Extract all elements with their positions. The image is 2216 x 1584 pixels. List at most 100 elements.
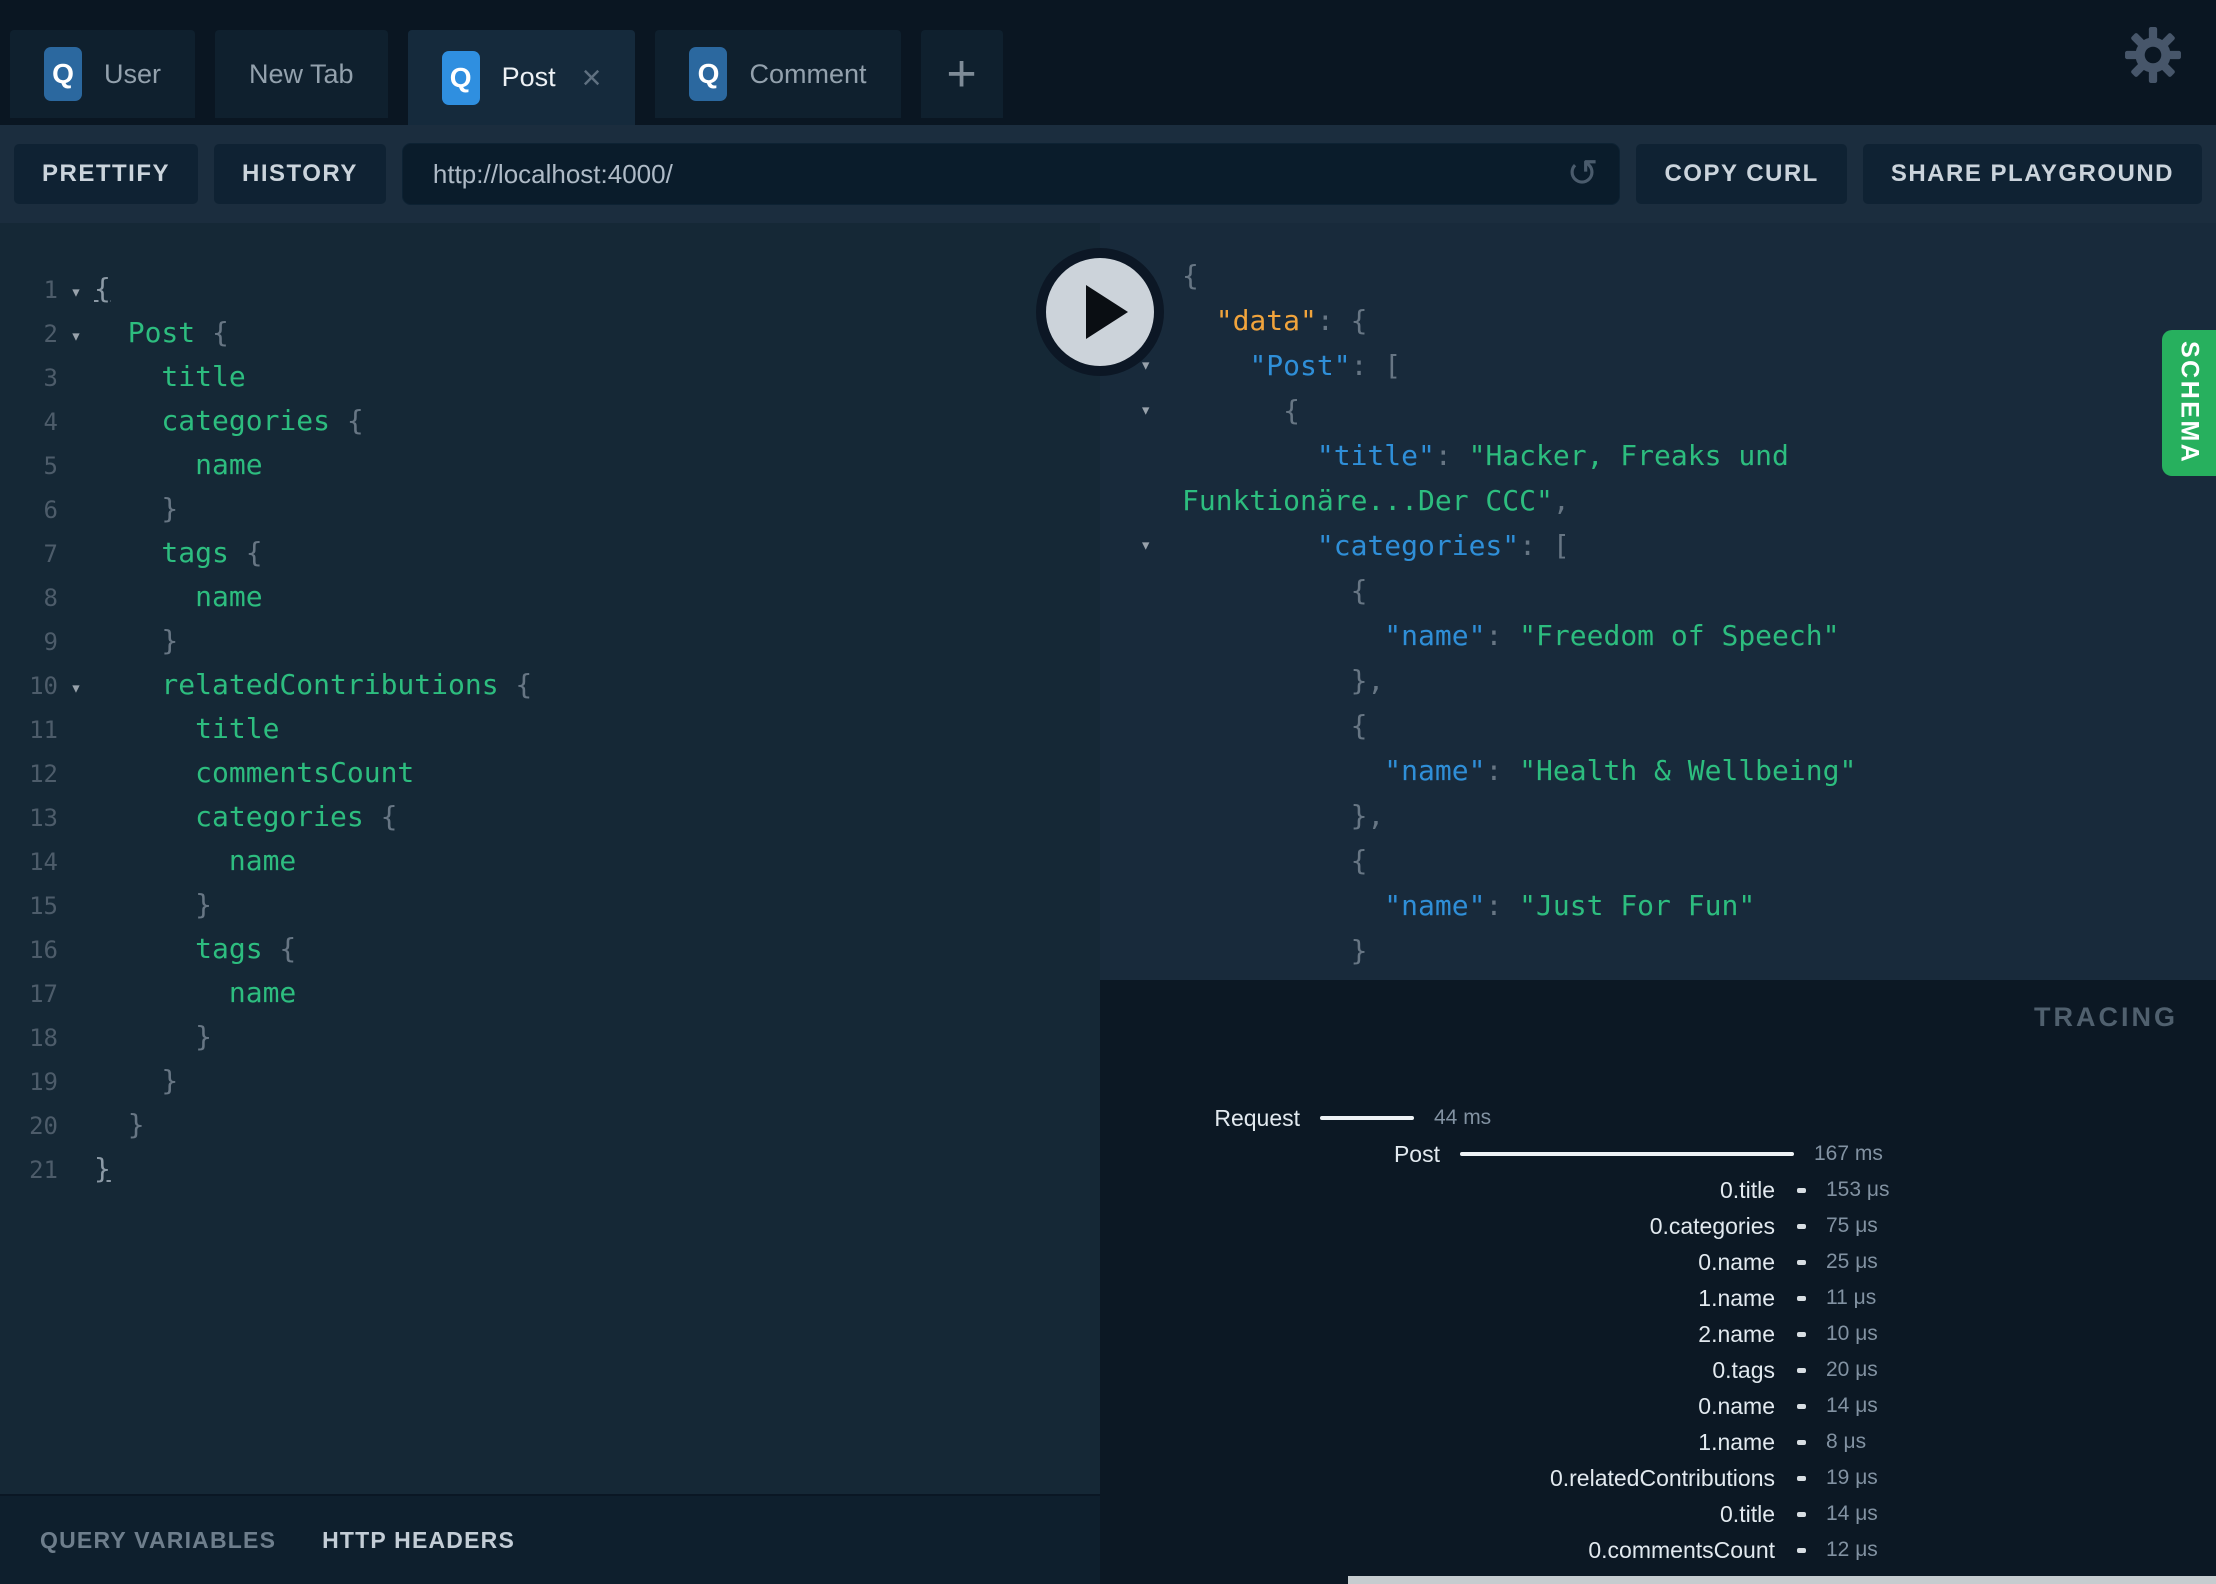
editor-line: 21 } xyxy=(0,1147,1100,1191)
editor-line: 8 name xyxy=(0,575,1100,619)
execute-button[interactable] xyxy=(1036,248,1164,376)
tracing-duration-dash xyxy=(1797,1475,1806,1481)
tracing-duration-dash xyxy=(1797,1511,1806,1517)
code-token: } xyxy=(94,492,179,525)
query-badge-icon: Q xyxy=(44,47,82,101)
tracing-row-value: 25 μs xyxy=(1826,1250,1878,1273)
response-line: ] xyxy=(1100,973,2216,980)
share-playground-button[interactable]: SHARE PLAYGROUND xyxy=(1862,144,2202,204)
query-editor[interactable]: 1 ▾{2 ▾ Post {3 title 4 categories {5 name 6… xyxy=(0,223,1100,1494)
tracing-duration-dash xyxy=(1797,1331,1806,1337)
tracing-row: Request 44 ms xyxy=(1100,1100,2216,1136)
http-headers-tab[interactable]: HTTP HEADERS xyxy=(322,1527,515,1554)
tracing-row-value: 19 μs xyxy=(1826,1466,1878,1489)
json-token: : [ xyxy=(1519,529,1570,562)
tab-label: User xyxy=(104,58,162,89)
fold-gutter xyxy=(58,710,94,754)
schema-tab[interactable]: SCHEMA xyxy=(2162,330,2216,476)
json-token: "Health & Wellbeing" xyxy=(1519,754,1857,787)
response-line: { xyxy=(1100,703,2216,748)
result-pane: SCHEMA ▾{▾ "data": {▾ "Post": [▾ { "titl… xyxy=(1036,223,2216,1584)
tab-label: Post xyxy=(501,62,556,92)
query-badge-icon: Q xyxy=(441,50,480,105)
code-token: } xyxy=(94,1020,213,1053)
code-token: commentsCount xyxy=(94,756,415,789)
code-token: name xyxy=(94,976,297,1009)
json-token: "Post" xyxy=(1249,349,1351,382)
tracing-duration-dash xyxy=(1797,1403,1806,1409)
editor-line: 9 } xyxy=(0,619,1100,663)
tab-new-tab[interactable]: New Tab xyxy=(215,30,388,118)
editor-line: 5 name xyxy=(0,443,1100,487)
response-line: Funktionäre...Der CCC", xyxy=(1100,478,2216,523)
tracing-duration-bar xyxy=(1460,1152,1794,1156)
line-number: 21 xyxy=(29,1156,58,1184)
editor-line: 13 categories { xyxy=(0,795,1100,839)
reload-icon[interactable]: ↺ xyxy=(1567,151,1599,196)
tracing-row: 2.name 10 μs xyxy=(1100,1316,2216,1352)
collapse-arrow-icon[interactable]: ▾ xyxy=(1140,388,1151,433)
line-number: 12 xyxy=(29,760,58,788)
tracing-duration-dash xyxy=(1797,1439,1806,1445)
code-token: { xyxy=(195,316,229,349)
tracing-row-label: 1.name xyxy=(1698,1428,1775,1455)
json-token: "name" xyxy=(1384,619,1486,652)
play-icon xyxy=(1086,285,1128,339)
json-token: { xyxy=(1182,394,1301,427)
tab-post[interactable]: Q Post × xyxy=(407,30,636,125)
tracing-row-value: 75 μs xyxy=(1826,1214,1878,1237)
toolbar: PRETTIFY HISTORY ↺ COPY CURL SHARE PLAYG… xyxy=(0,125,2216,223)
fold-gutter xyxy=(58,358,94,402)
tracing-row-value: 153 μs xyxy=(1826,1178,1890,1201)
tab-user[interactable]: Q User xyxy=(10,30,196,118)
tracing-row-label: 0.name xyxy=(1698,1392,1775,1419)
query-pane: 1 ▾{2 ▾ Post {3 title 4 categories {5 name 6… xyxy=(0,223,1100,1584)
fold-gutter xyxy=(58,534,94,578)
history-button[interactable]: HISTORY xyxy=(214,144,386,204)
code-token: tags xyxy=(94,536,229,569)
collapse-arrow-icon[interactable]: ▾ xyxy=(1140,523,1151,568)
fold-gutter xyxy=(58,446,94,490)
editor-line: 1 ▾{ xyxy=(0,267,1100,311)
copy-curl-button[interactable]: COPY CURL xyxy=(1636,144,1847,204)
editor-line: 7 tags { xyxy=(0,531,1100,575)
tab-bar: Q User New Tab Q Post × Q Comment + xyxy=(0,0,2216,125)
json-token: , xyxy=(1552,484,1570,517)
fold-arrow-icon[interactable]: ▾ xyxy=(58,666,94,710)
fold-arrow-icon[interactable]: ▾ xyxy=(58,270,94,314)
query-variables-tab[interactable]: QUERY VARIABLES xyxy=(40,1527,276,1554)
tracing-rows: Request 44 ms Post 167 ms 0.title 153 μs 0.cat… xyxy=(1100,1100,2216,1584)
tracing-panel: TRACING Request 44 ms Post 167 ms 0.title 153… xyxy=(1100,980,2216,1584)
json-token: "Hacker, Freaks und xyxy=(1468,439,1789,472)
editor-line: 6 } xyxy=(0,487,1100,531)
tracing-row: 0.relatedContributions 19 μs xyxy=(1100,1460,2216,1496)
tracing-duration-dash xyxy=(1797,1259,1806,1265)
prettify-button[interactable]: PRETTIFY xyxy=(14,144,199,204)
editor-line: 18 } xyxy=(0,1015,1100,1059)
tracing-row-label: 0.name xyxy=(1698,1248,1775,1275)
json-token: : { xyxy=(1316,304,1368,337)
line-number: 6 xyxy=(43,496,58,524)
new-tab-button[interactable]: + xyxy=(920,30,1003,118)
editor-line: 2 ▾ Post { xyxy=(0,311,1100,355)
json-token: "name" xyxy=(1384,754,1486,787)
settings-button[interactable] xyxy=(2124,26,2182,84)
editor-line: 19 } xyxy=(0,1059,1100,1103)
fold-arrow-icon[interactable]: ▾ xyxy=(58,314,94,358)
tracing-duration-dash xyxy=(1797,1367,1806,1373)
json-token: : xyxy=(1485,754,1520,787)
horizontal-scrollbar[interactable] xyxy=(1348,1576,2216,1584)
json-token: }, xyxy=(1182,799,1385,832)
close-tab-icon[interactable]: × xyxy=(582,61,602,95)
code-token: name xyxy=(94,844,297,877)
tab-comment[interactable]: Q Comment xyxy=(655,30,901,118)
tab-label: New Tab xyxy=(249,58,354,89)
endpoint-url-input[interactable] xyxy=(401,143,1621,205)
tracing-row-label: 0.commentsCount xyxy=(1588,1536,1775,1563)
code-token: title xyxy=(94,712,280,745)
json-token: "Freedom of Speech" xyxy=(1519,619,1840,652)
json-token: }, xyxy=(1182,664,1385,697)
plus-icon: + xyxy=(946,45,977,103)
fold-gutter xyxy=(58,578,94,622)
